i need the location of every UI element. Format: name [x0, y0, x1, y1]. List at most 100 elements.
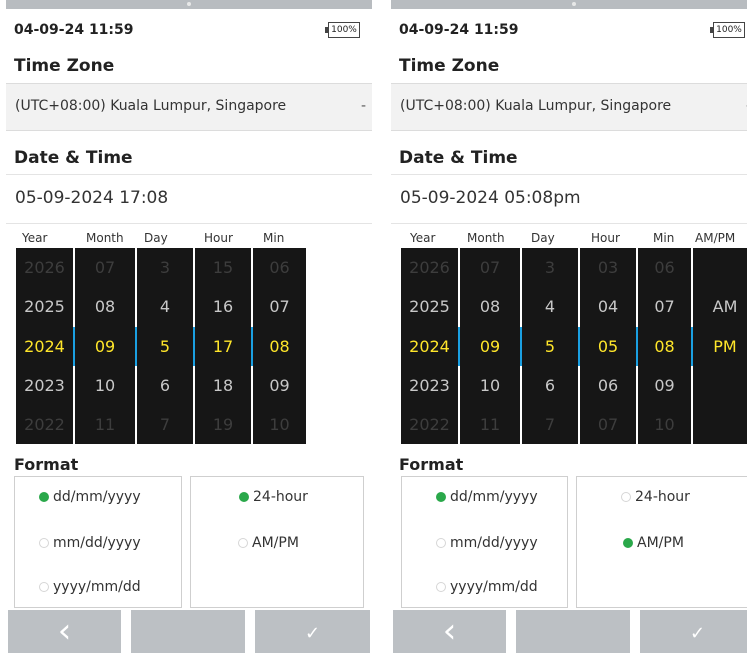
radio-icon[interactable] [39, 492, 49, 502]
picker-wheel-min[interactable]: 06 07 08 09 10 [253, 248, 306, 444]
time-zone-select[interactable]: (UTC+08:00) Kuala Lumpur, Singapore- [6, 83, 372, 131]
picker-wheel-min[interactable]: 06 07 08 09 10 [638, 248, 691, 444]
radio-icon[interactable] [436, 582, 446, 592]
picker-value[interactable]: 07 [460, 248, 520, 287]
picker-value[interactable]: 2025 [401, 287, 458, 326]
picker-value[interactable]: 10 [638, 405, 691, 444]
picker-value[interactable]: 18 [195, 366, 251, 405]
picker-wheel-day[interactable]: 34567 [522, 248, 578, 444]
picker-value[interactable]: 08 [253, 327, 306, 366]
picker-value[interactable]: 2026 [401, 248, 458, 287]
picker-value[interactable]: 16 [195, 287, 251, 326]
picker-value[interactable]: 2026 [16, 248, 73, 287]
picker-wheel-hour[interactable]: 03 04 05 06 07 [580, 248, 636, 444]
confirm-button[interactable]: ✓ [255, 610, 370, 653]
radio-icon[interactable] [39, 582, 49, 592]
radio-icon[interactable] [436, 538, 446, 548]
picker-value[interactable]: 6 [137, 366, 193, 405]
date-time-field[interactable]: 05-09-2024 05:08pm [391, 174, 747, 224]
picker-value[interactable]: 6 [522, 366, 578, 405]
time-zone-title: Time Zone [399, 56, 500, 76]
time-format-option[interactable]: AM/PM [238, 535, 299, 551]
date-time-field[interactable]: 05-09-2024 17:08 [6, 174, 372, 224]
middle-button[interactable] [131, 610, 245, 653]
time-format-option[interactable]: 24-hour [239, 489, 308, 505]
top-drag-handle[interactable] [391, 0, 747, 9]
picker-value[interactable]: 2022 [16, 405, 73, 444]
picker-value[interactable]: 7 [522, 405, 578, 444]
picker-value[interactable]: 2023 [401, 366, 458, 405]
date-format-option[interactable]: yyyy/mm/dd [39, 579, 141, 595]
radio-icon[interactable] [39, 538, 49, 548]
picker-wheel-ampm[interactable]: AM PM [693, 248, 747, 444]
picker-value[interactable]: 03 [580, 248, 636, 287]
settings-screen-24h: 04-09-24 11:59 100% Time Zone (UTC+08:00) K… [6, 0, 372, 653]
radio-icon[interactable] [621, 492, 631, 502]
picker-value[interactable]: 5 [522, 327, 578, 366]
back-button[interactable]: ‹ [8, 610, 121, 653]
picker-value[interactable]: 11 [75, 405, 135, 444]
date-format-option[interactable]: mm/dd/yyyy [39, 535, 141, 551]
picker-wheel-month[interactable]: 07 08 09 10 11 [460, 248, 520, 444]
picker-wheel-month[interactable]: 07 08 09 10 11 [75, 248, 135, 444]
time-zone-select[interactable]: (UTC+08:00) Kuala Lumpur, Singapore- [391, 83, 747, 131]
picker-value[interactable]: 09 [460, 327, 520, 366]
picker-value[interactable] [693, 248, 747, 287]
time-format-option[interactable]: 24-hour [621, 489, 690, 505]
picker-value[interactable]: 2022 [401, 405, 458, 444]
picker-value[interactable]: 2023 [16, 366, 73, 405]
date-format-option[interactable]: yyyy/mm/dd [436, 579, 538, 595]
top-drag-handle[interactable] [6, 0, 372, 9]
picker-value[interactable]: 2024 [401, 327, 458, 366]
picker-value[interactable]: 10 [253, 405, 306, 444]
picker-wheel-day[interactable]: 34567 [137, 248, 193, 444]
picker-value[interactable]: 07 [75, 248, 135, 287]
picker-value[interactable]: 07 [253, 287, 306, 326]
picker-value[interactable]: 09 [75, 327, 135, 366]
picker-value[interactable]: 07 [580, 405, 636, 444]
radio-icon[interactable] [239, 492, 249, 502]
picker-value[interactable]: 4 [137, 287, 193, 326]
picker-value[interactable]: 09 [253, 366, 306, 405]
picker-value[interactable]: 10 [75, 366, 135, 405]
picker-value[interactable]: 04 [580, 287, 636, 326]
picker-value[interactable]: 19 [195, 405, 251, 444]
picker-wheel-year[interactable]: 2026 2025 2024 2023 2022 [16, 248, 73, 444]
time-format-option[interactable]: AM/PM [623, 535, 684, 551]
picker-value[interactable] [693, 405, 747, 444]
picker-value[interactable]: 05 [580, 327, 636, 366]
picker-value[interactable]: 15 [195, 248, 251, 287]
picker-value[interactable]: AM [693, 287, 747, 326]
picker-value[interactable]: 2025 [16, 287, 73, 326]
picker-value[interactable]: 4 [522, 287, 578, 326]
picker-value[interactable]: 3 [522, 248, 578, 287]
picker-value[interactable]: 2024 [16, 327, 73, 366]
picker-value[interactable]: 10 [460, 366, 520, 405]
picker-value[interactable]: 08 [638, 327, 691, 366]
picker-value[interactable]: 17 [195, 327, 251, 366]
picker-value[interactable]: 06 [638, 248, 691, 287]
radio-icon[interactable] [623, 538, 633, 548]
picker-wheel-year[interactable]: 2026 2025 2024 2023 2022 [401, 248, 458, 444]
picker-value[interactable]: 09 [638, 366, 691, 405]
picker-value[interactable]: 5 [137, 327, 193, 366]
picker-value[interactable]: 11 [460, 405, 520, 444]
picker-value[interactable]: 08 [460, 287, 520, 326]
picker-value[interactable]: 06 [580, 366, 636, 405]
date-format-option[interactable]: mm/dd/yyyy [436, 535, 538, 551]
picker-value[interactable]: PM [693, 327, 747, 366]
radio-icon[interactable] [238, 538, 248, 548]
confirm-button[interactable]: ✓ [640, 610, 747, 653]
picker-value[interactable]: 06 [253, 248, 306, 287]
radio-icon[interactable] [436, 492, 446, 502]
middle-button[interactable] [516, 610, 630, 653]
picker-value[interactable]: 7 [137, 405, 193, 444]
picker-wheel-hour[interactable]: 15 16 17 18 19 [195, 248, 251, 444]
back-button[interactable]: ‹ [393, 610, 506, 653]
picker-value[interactable]: 08 [75, 287, 135, 326]
picker-value[interactable]: 07 [638, 287, 691, 326]
date-format-option[interactable]: dd/mm/yyyy [39, 489, 141, 505]
date-format-option[interactable]: dd/mm/yyyy [436, 489, 538, 505]
picker-value[interactable]: 3 [137, 248, 193, 287]
picker-value[interactable] [693, 366, 747, 405]
